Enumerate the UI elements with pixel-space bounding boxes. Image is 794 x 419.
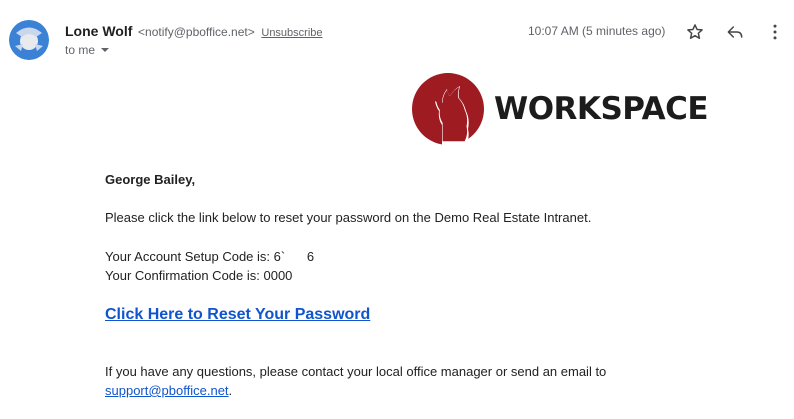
logo-text: WORKSPACE xyxy=(494,91,709,127)
workspace-logo: WORKSPACE xyxy=(412,73,709,145)
sender-avatar[interactable] xyxy=(9,20,49,60)
message-timestamp: 10:07 AM (5 minutes ago) xyxy=(528,24,666,38)
setup-code-line: Your Account Setup Code is: 6` 6 xyxy=(105,247,314,266)
chevron-down-icon[interactable] xyxy=(101,48,110,52)
support-suffix: . xyxy=(228,383,233,398)
confirmation-code-line: Your Confirmation Code is: 0000 xyxy=(105,268,293,283)
sender-email: <notify@pboffice.net> xyxy=(138,25,255,39)
reply-icon[interactable] xyxy=(725,22,745,42)
setup-code-text: Your Account Setup Code is: 6` 6 xyxy=(105,249,315,264)
support-email-link[interactable]: support@pboffice.net xyxy=(105,383,229,398)
user-avatar-icon xyxy=(9,20,49,60)
reset-password-link[interactable]: Click Here to Reset Your Password xyxy=(105,306,370,324)
intro-text: Please click the link below to reset you… xyxy=(105,210,592,225)
star-icon[interactable] xyxy=(685,22,705,42)
more-vert-icon[interactable] xyxy=(765,22,785,42)
sender-name[interactable]: Lone Wolf xyxy=(65,23,132,39)
support-line: support@pboffice.net. xyxy=(105,381,232,400)
recipients-toggle[interactable]: to me xyxy=(65,43,110,57)
email-view: Lone Wolf <notify@pboffice.net> Unsubscr… xyxy=(0,0,794,419)
to-label: to me xyxy=(65,43,96,57)
unsubscribe-link[interactable]: Unsubscribe xyxy=(261,27,322,39)
questions-text: If you have any questions, please contac… xyxy=(105,364,607,379)
greeting: George Bailey, xyxy=(105,172,196,187)
howling-wolf-icon xyxy=(412,73,484,145)
sender-line: Lone Wolf <notify@pboffice.net> Unsubscr… xyxy=(65,23,323,41)
